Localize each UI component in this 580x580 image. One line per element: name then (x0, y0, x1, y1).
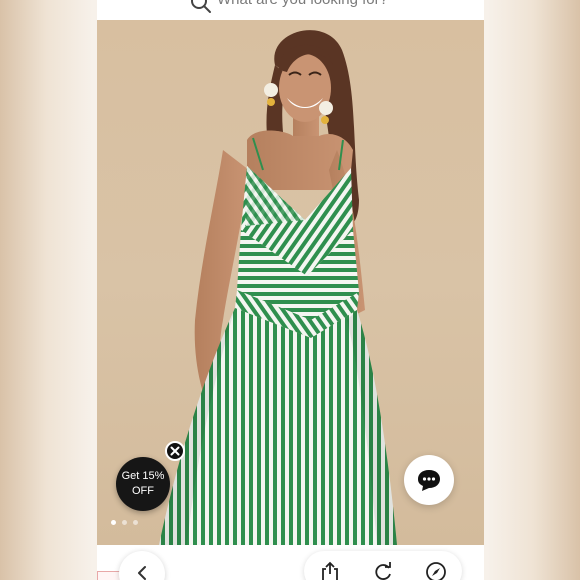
search-icon[interactable] (189, 0, 213, 20)
promo-line-2: OFF (132, 485, 154, 497)
close-icon (170, 446, 180, 456)
close-promo-button[interactable] (165, 441, 185, 461)
back-button[interactable] (119, 551, 165, 580)
chat-bubble-icon (418, 470, 440, 491)
bottom-toolbar (97, 545, 484, 580)
carousel-dot[interactable] (111, 520, 116, 525)
discount-promo-button[interactable]: Get 15% OFF (116, 457, 170, 511)
promo-line-1: Get 15% (121, 470, 165, 482)
search-bar[interactable]: What are you looking for? (97, 0, 484, 20)
carousel-dot[interactable] (122, 520, 127, 525)
chat-button[interactable] (404, 455, 454, 505)
phone-screen: What are you looking for? (97, 0, 484, 580)
browser-actions (304, 551, 462, 580)
compass-button[interactable] (425, 561, 447, 580)
chevron-left-icon (138, 566, 146, 580)
reload-icon (375, 562, 391, 580)
reload-button[interactable] (372, 561, 394, 580)
search-input[interactable]: What are you looking for? (217, 0, 388, 8)
carousel-dot[interactable] (133, 520, 138, 525)
compass-icon (425, 562, 446, 580)
share-icon (322, 561, 339, 580)
carousel-dots[interactable] (111, 520, 138, 525)
share-button[interactable] (319, 561, 341, 580)
